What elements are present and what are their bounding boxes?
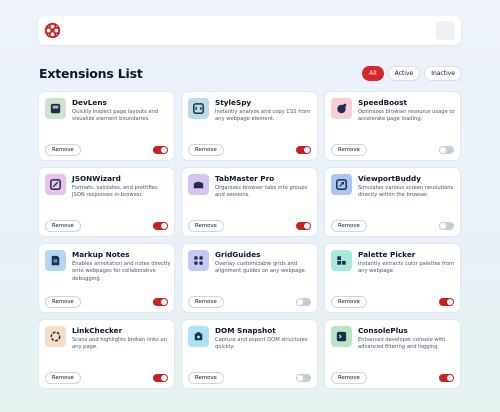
stylespy-icon (188, 98, 209, 119)
extension-name: JSONWizard (72, 174, 121, 183)
remove-button[interactable]: Remove (331, 296, 367, 308)
extension-name: SpeedBoost (358, 98, 408, 107)
extension-description: Formats, validates, and prettifies JSON … (72, 185, 158, 199)
extension-name: TabMaster Pro (215, 174, 275, 183)
extension-name: ConsolePlus (358, 326, 408, 335)
extension-description: Capture and export DOM structures quickl… (215, 337, 308, 351)
extension-card-devlens: DevLens Quickly inspect page layouts and … (38, 91, 175, 161)
enable-toggle[interactable] (153, 374, 168, 382)
palette-picker-icon (331, 250, 352, 271)
extension-card-gridguides: GridGuides Overlay customizable grids and… (181, 243, 318, 313)
extension-description: Enhanced developer console with advanced… (358, 337, 446, 351)
remove-button[interactable]: Remove (45, 220, 81, 232)
extension-name: StyleSpy (215, 98, 252, 107)
extension-description: Instantly analyze and copy CSS from any … (215, 109, 311, 123)
extensions-grid: DevLens Quickly inspect page layouts and … (38, 91, 461, 389)
remove-button[interactable]: Remove (331, 372, 367, 384)
consoleplus-icon (331, 326, 352, 347)
remove-button[interactable]: Remove (45, 372, 81, 384)
extension-card-speedboost: SpeedBoost Optimizes browser resource usa… (324, 91, 461, 161)
enable-toggle[interactable] (296, 146, 311, 154)
filter-inactive-button[interactable]: Inactive (424, 66, 462, 81)
theme-toggle-button[interactable] (436, 21, 455, 40)
enable-toggle[interactable] (439, 146, 454, 154)
remove-button[interactable]: Remove (45, 144, 81, 156)
remove-button[interactable]: Remove (331, 144, 367, 156)
extension-description: Enables annotation and notes directly on… (72, 261, 171, 282)
enable-toggle[interactable] (153, 298, 168, 306)
extension-name: ViewportBuddy (358, 174, 421, 183)
filter-all-button[interactable]: All (362, 66, 384, 81)
filter-group: All Active Inactive (362, 66, 462, 81)
remove-button[interactable]: Remove (331, 220, 367, 232)
extension-card-tabmaster-pro: TabMaster Pro Organizes browser tabs into… (181, 167, 318, 237)
page-title: Extensions List (39, 66, 143, 81)
enable-toggle[interactable] (296, 222, 311, 230)
extension-description: Quickly inspect page layouts and visuali… (72, 109, 159, 123)
remove-button[interactable]: Remove (188, 296, 224, 308)
top-bar (38, 16, 461, 45)
extension-card-jsonwizard: JSONWizard Formats, validates, and pretti… (38, 167, 175, 237)
extension-card-consoleplus: ConsolePlus Enhanced developer console wi… (324, 319, 461, 389)
linkchecker-icon (45, 326, 66, 347)
jsonwizard-icon (45, 174, 66, 195)
dom-snapshot-icon (188, 326, 209, 347)
extension-name: DevLens (72, 98, 107, 107)
extension-name: Palette Picker (358, 250, 416, 259)
extension-card-linkchecker: LinkChecker Scans and highlights broken l… (38, 319, 175, 389)
extension-card-palette-picker: Palette Picker Instantly extracts color p… (324, 243, 461, 313)
extension-card-viewportbuddy: ViewportBuddy Simulates various screen re… (324, 167, 461, 237)
extension-description: Scans and highlights broken links on any… (72, 337, 167, 351)
extension-name: GridGuides (215, 250, 261, 259)
extension-card-stylespy: StyleSpy Instantly analyze and copy CSS f… (181, 91, 318, 161)
enable-toggle[interactable] (153, 222, 168, 230)
extension-name: Markup Notes (72, 250, 130, 259)
gridguides-icon (188, 250, 209, 271)
enable-toggle[interactable] (296, 374, 311, 382)
extension-description: Organizes browser tabs into groups and s… (215, 185, 308, 199)
enable-toggle[interactable] (153, 146, 168, 154)
extension-card-markup-notes: Markup Notes Enables annotation and notes… (38, 243, 175, 313)
remove-button[interactable]: Remove (188, 372, 224, 384)
extension-name: DOM Snapshot (215, 326, 276, 335)
enable-toggle[interactable] (439, 298, 454, 306)
remove-button[interactable]: Remove (188, 144, 224, 156)
extension-description: Simulates various screen resolutions dir… (358, 185, 454, 199)
extension-description: Overlay customizable grids and alignment… (215, 261, 307, 275)
extensions-logo-icon[interactable] (44, 22, 61, 39)
extension-card-dom-snapshot: DOM Snapshot Capture and export DOM struc… (181, 319, 318, 389)
devlens-icon (45, 98, 66, 119)
remove-button[interactable]: Remove (188, 220, 224, 232)
extension-description: Optimizes browser resource usage to acce… (358, 109, 455, 123)
remove-button[interactable]: Remove (45, 296, 81, 308)
enable-toggle[interactable] (296, 298, 311, 306)
filter-active-button[interactable]: Active (387, 66, 421, 81)
markup-notes-icon (45, 250, 66, 271)
enable-toggle[interactable] (439, 222, 454, 230)
speedboost-icon (331, 98, 352, 119)
tabmaster-icon (188, 174, 209, 195)
enable-toggle[interactable] (439, 374, 454, 382)
extension-name: LinkChecker (72, 326, 123, 335)
viewportbuddy-icon (331, 174, 352, 195)
extension-description: Instantly extracts color palettes from a… (358, 261, 455, 275)
